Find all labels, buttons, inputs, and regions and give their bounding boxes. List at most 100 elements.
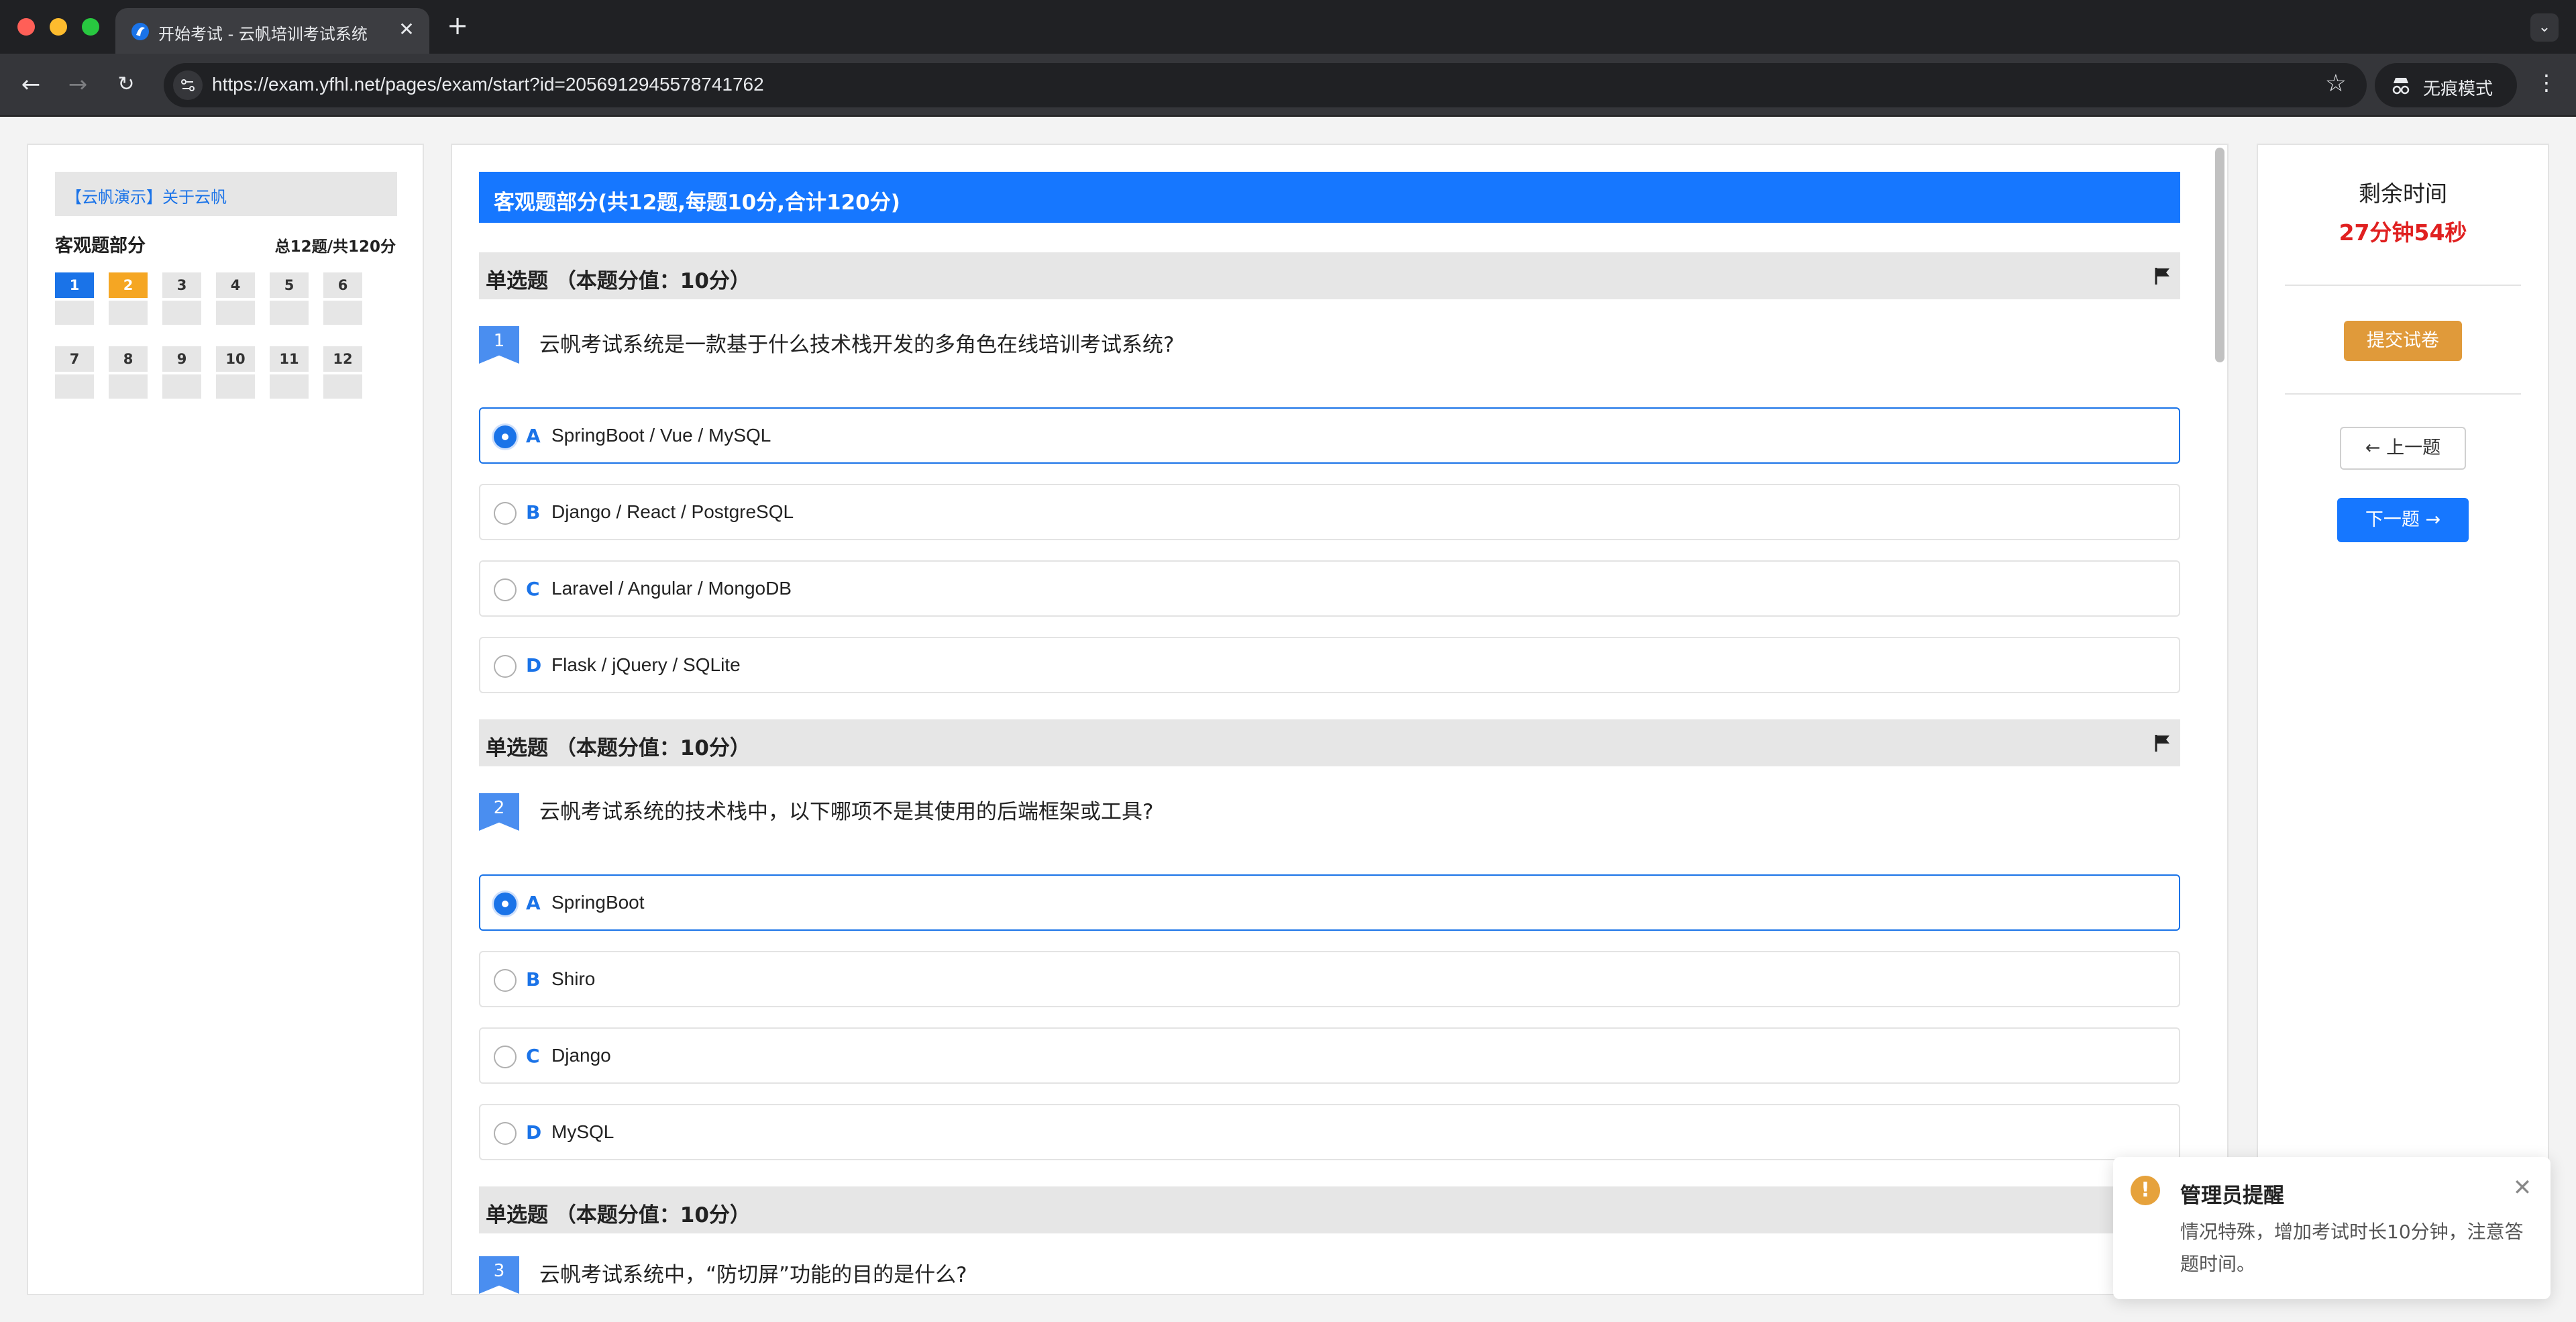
- option-a[interactable]: A SpringBoot / Vue / MySQL: [479, 407, 2180, 464]
- question-number-badge: 2: [479, 793, 519, 831]
- question-text: 云帆考试系统的技术栈中，以下哪项不是其使用的后端框架或工具?: [539, 800, 1154, 824]
- question-text: 云帆考试系统是一款基于什么技术栈开发的多角色在线培训考试系统?: [539, 333, 1175, 357]
- question-type-label: 单选题 （本题分值：10分）: [486, 736, 751, 760]
- option-text: SpringBoot: [551, 892, 645, 913]
- radio-icon[interactable]: [494, 969, 517, 992]
- incognito-label: 无痕模式: [2423, 79, 2493, 99]
- incognito-icon: [2392, 78, 2410, 95]
- address-bar[interactable]: https://exam.yfhl.net/pages/exam/start?i…: [164, 63, 2367, 107]
- next-question-button[interactable]: 下一题 →: [2337, 498, 2469, 542]
- exam-actions-panel: 剩余时间 27分钟54秒 提交试卷 ← 上一题 下一题 →: [2257, 144, 2549, 1295]
- option-letter: C: [526, 578, 540, 600]
- question-number-badge: 3: [479, 1256, 519, 1294]
- close-window-button[interactable]: [17, 18, 35, 36]
- option-letter: C: [526, 1045, 540, 1067]
- radio-icon[interactable]: [494, 655, 517, 678]
- option-d[interactable]: D MySQL: [479, 1104, 2180, 1160]
- question-content: 客观题部分(共12题,每题10分,合计120分) 单选题 （本题分值：10分） …: [451, 144, 2229, 1295]
- new-tab-icon[interactable]: +: [443, 12, 472, 42]
- option-text: Django / React / PostgreSQL: [551, 501, 794, 522]
- notification-title: 管理员提醒: [2180, 1184, 2284, 1208]
- browser-tab[interactable]: 开始考试 - 云帆培训考试系统 ✕: [115, 8, 429, 54]
- radio-icon[interactable]: [494, 502, 517, 525]
- tab-search-icon[interactable]: ⌄: [2530, 13, 2559, 42]
- option-b[interactable]: B Django / React / PostgreSQL: [479, 484, 2180, 540]
- option-letter: B: [526, 968, 541, 990]
- option-letter: B: [526, 501, 541, 523]
- option-c[interactable]: C Laravel / Angular / MongoDB: [479, 560, 2180, 617]
- radio-icon[interactable]: [494, 578, 517, 601]
- question-nav-item[interactable]: 5: [270, 272, 309, 326]
- radio-icon[interactable]: [494, 893, 517, 915]
- option-text: Django: [551, 1045, 611, 1066]
- option-text: Laravel / Angular / MongoDB: [551, 578, 792, 599]
- exam-title-box: 【云帆演示】关于云帆: [55, 172, 397, 216]
- radio-icon[interactable]: [494, 1046, 517, 1068]
- section-label: 客观题部分: [55, 236, 146, 256]
- option-text: Shiro: [551, 968, 596, 989]
- radio-icon[interactable]: [494, 425, 517, 448]
- question-type-label: 单选题 （本题分值：10分）: [486, 269, 751, 293]
- tab-title: 开始考试 - 云帆培训考试系统: [158, 25, 368, 44]
- content-scrollbar[interactable]: [2215, 148, 2224, 362]
- question-nav-item[interactable]: 2: [109, 272, 148, 326]
- question-type-label: 单选题 （本题分值：10分）: [486, 1203, 751, 1227]
- exam-title: 【云帆演示】关于云帆: [66, 188, 227, 207]
- menu-icon[interactable]: ⋮: [2533, 70, 2560, 95]
- divider: [2285, 393, 2521, 395]
- question-nav-item[interactable]: 7: [55, 346, 94, 400]
- incognito-indicator[interactable]: 无痕模式: [2375, 63, 2517, 107]
- question-nav-item[interactable]: 8: [109, 346, 148, 400]
- notification-body: 情况特殊，增加考试时长10分钟，注意答题时间。: [2180, 1221, 2524, 1275]
- flag-icon[interactable]: [2152, 733, 2172, 753]
- site-info-icon[interactable]: [173, 70, 203, 100]
- warning-icon: !: [2131, 1176, 2160, 1205]
- admin-notification: ! 管理员提醒 ✕ 情况特殊，增加考试时长10分钟，注意答题时间。: [2113, 1157, 2551, 1299]
- forward-icon[interactable]: →: [62, 68, 94, 101]
- question-header: 单选题 （本题分值：10分）: [479, 719, 2180, 766]
- maximize-window-button[interactable]: [82, 18, 99, 36]
- option-text: Flask / jQuery / SQLite: [551, 654, 741, 675]
- radio-icon[interactable]: [494, 1122, 517, 1145]
- back-icon[interactable]: ←: [15, 68, 47, 101]
- question-navigator: 【云帆演示】关于云帆 客观题部分 总12题/共120分 1 2 3 4 5 6 …: [27, 144, 424, 1295]
- submit-exam-button[interactable]: 提交试卷: [2344, 321, 2462, 361]
- question-header: 单选题 （本题分值：10分）: [479, 1186, 2180, 1233]
- question-nav-item[interactable]: 9: [162, 346, 201, 400]
- exam-page: 【云帆演示】关于云帆 客观题部分 总12题/共120分 1 2 3 4 5 6 …: [0, 117, 2576, 1322]
- option-letter: A: [526, 892, 541, 914]
- question-nav-item[interactable]: 4: [216, 272, 255, 326]
- option-letter: D: [526, 1121, 542, 1143]
- option-a[interactable]: A SpringBoot: [479, 874, 2180, 931]
- reload-icon[interactable]: ↻: [110, 68, 142, 101]
- url-text[interactable]: https://exam.yfhl.net/pages/exam/start?i…: [212, 74, 764, 95]
- flag-icon[interactable]: [2152, 266, 2172, 286]
- divider: [2285, 285, 2521, 286]
- question-header: 单选题 （本题分值：10分）: [479, 252, 2180, 299]
- section-total: 总12题/共120分: [274, 238, 396, 256]
- option-d[interactable]: D Flask / jQuery / SQLite: [479, 637, 2180, 693]
- browser-toolbar: ← → ↻ https://exam.yfhl.net/pages/exam/s…: [0, 54, 2576, 117]
- browser-tab-bar: 开始考试 - 云帆培训考试系统 ✕ + ⌄: [0, 0, 2576, 54]
- minimize-window-button[interactable]: [50, 18, 67, 36]
- question-nav-item[interactable]: 10: [216, 346, 255, 400]
- question-nav-item[interactable]: 11: [270, 346, 309, 400]
- question-nav-item[interactable]: 6: [323, 272, 362, 326]
- previous-question-button[interactable]: ← 上一题: [2340, 427, 2466, 470]
- option-text: MySQL: [551, 1121, 614, 1142]
- question-nav-item[interactable]: 3: [162, 272, 201, 326]
- option-letter: D: [526, 654, 542, 676]
- site-favicon-icon: [131, 23, 149, 40]
- option-letter: A: [526, 425, 541, 447]
- question-number-badge: 1: [479, 326, 519, 364]
- option-c[interactable]: C Django: [479, 1027, 2180, 1084]
- tab-close-icon[interactable]: ✕: [394, 17, 419, 42]
- close-icon[interactable]: ✕: [2509, 1174, 2536, 1201]
- option-b[interactable]: B Shiro: [479, 951, 2180, 1007]
- part-banner: 客观题部分(共12题,每题10分,合计120分): [479, 172, 2180, 223]
- question-text: 云帆考试系统中，“防切屏”功能的目的是什么?: [539, 1263, 967, 1287]
- part-banner-text: 客观题部分(共12题,每题10分,合计120分): [494, 191, 900, 215]
- question-nav-item[interactable]: 1: [55, 272, 94, 326]
- question-nav-item[interactable]: 12: [323, 346, 362, 400]
- bookmark-star-icon[interactable]: ☆: [2325, 70, 2347, 97]
